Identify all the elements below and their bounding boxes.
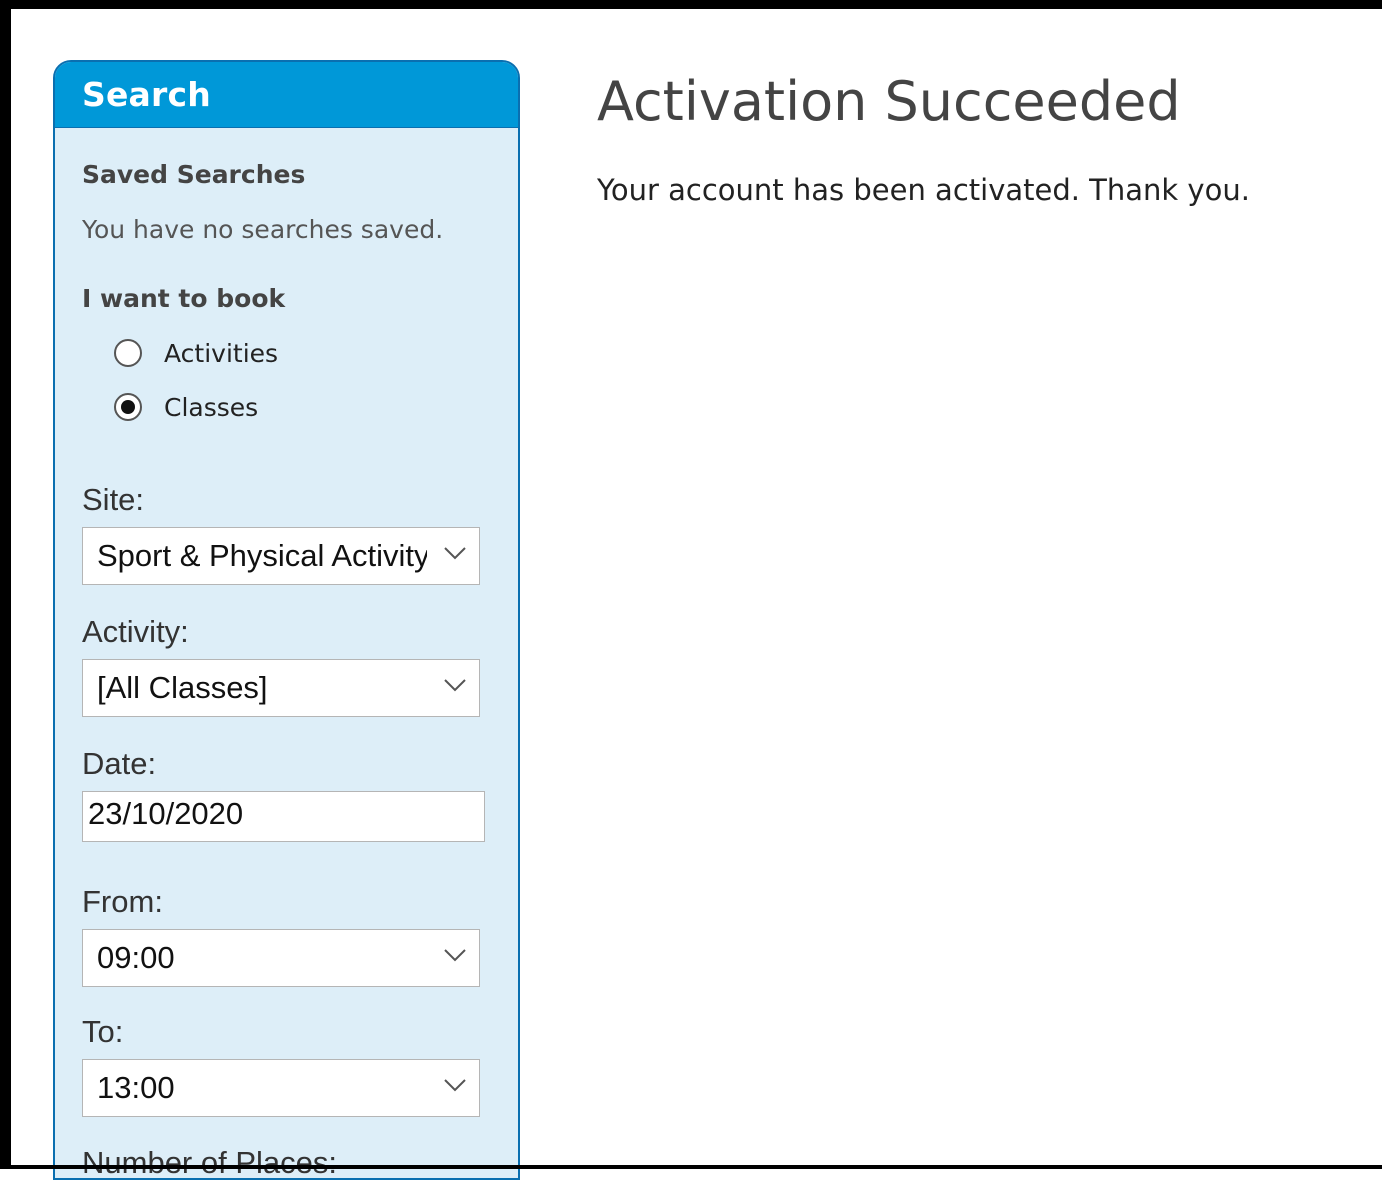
date-input[interactable]: 23/10/2020: [82, 791, 485, 842]
activities-radio-label[interactable]: Activities: [164, 339, 278, 368]
from-time-value: 09:00: [97, 940, 175, 975]
classes-radio-label[interactable]: Classes: [164, 393, 258, 422]
chevron-down-icon: [444, 949, 466, 962]
to-time-select[interactable]: 13:00: [82, 1059, 480, 1117]
saved-searches-text: You have no searches saved.: [82, 215, 444, 244]
site-select[interactable]: Sport & Physical Activity: [82, 527, 480, 585]
number-of-places-label: Number of Places:: [82, 1145, 337, 1180]
from-label: From:: [82, 884, 163, 919]
to-label: To:: [82, 1014, 124, 1049]
search-panel: Search Saved Searches You have no search…: [53, 60, 520, 1180]
window-frame-top: [0, 0, 1382, 9]
site-label: Site:: [82, 482, 145, 517]
book-type-heading: I want to book: [82, 284, 286, 313]
classes-radio[interactable]: [114, 393, 142, 421]
date-label: Date:: [82, 746, 157, 781]
chevron-down-icon: [444, 547, 466, 560]
window-frame-bottom: [0, 1165, 1382, 1169]
to-time-value: 13:00: [97, 1070, 175, 1105]
activity-select-value: [All Classes]: [97, 670, 268, 705]
site-select-value: Sport & Physical Activity: [97, 538, 427, 573]
activity-label: Activity:: [82, 614, 189, 649]
from-time-select[interactable]: 09:00: [82, 929, 480, 987]
radio-option-activities[interactable]: Activities: [114, 336, 278, 370]
search-panel-title: Search: [82, 75, 211, 114]
saved-searches-heading: Saved Searches: [82, 160, 306, 189]
chevron-down-icon: [444, 679, 466, 692]
activity-select[interactable]: [All Classes]: [82, 659, 480, 717]
chevron-down-icon: [444, 1079, 466, 1092]
search-panel-header: Search: [55, 62, 518, 128]
activation-message: Your account has been activated. Thank y…: [597, 173, 1250, 207]
radio-option-classes[interactable]: Classes: [114, 390, 258, 424]
window-frame-left: [0, 0, 11, 1169]
page-title: Activation Succeeded: [597, 70, 1181, 133]
activities-radio[interactable]: [114, 339, 142, 367]
